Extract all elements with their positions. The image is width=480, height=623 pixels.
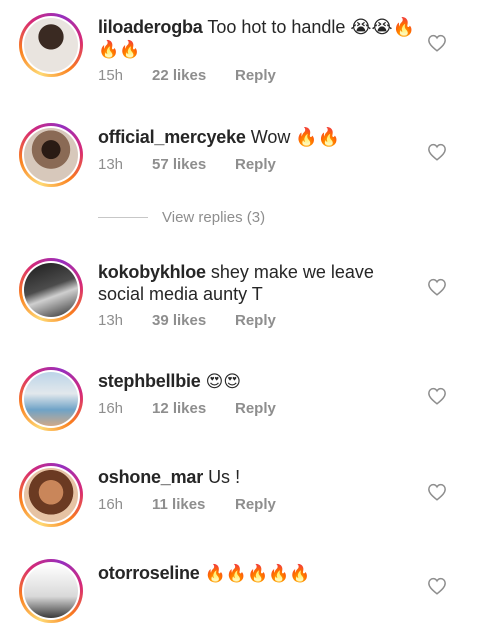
divider [98,217,148,218]
comment-text-continued: social media aunty T [98,284,263,304]
avatar[interactable] [19,367,83,431]
comment-text: Wow 🔥🔥 [250,127,341,147]
view-replies-button[interactable]: View replies (3) [98,209,265,226]
comment-text: shey make we leave [210,262,374,282]
comment-text: Us ! [208,467,241,487]
username[interactable]: otorroseline [98,563,200,583]
profile-photo [24,18,78,72]
comment-text: 😍😍 [205,372,242,391]
timestamp: 16h [98,400,124,417]
comment-body: oshone_mar Us ! [98,466,240,488]
comment-text: 🔥🔥🔥🔥🔥 [204,564,311,583]
comment-text: Too hot to handle 😭😭🔥 [207,17,415,37]
reply-button[interactable]: Reply [235,312,276,329]
reply-button[interactable]: Reply [235,400,276,417]
timestamp: 16h [98,496,124,513]
heart-outline-icon[interactable] [427,278,447,296]
timestamp: 15h [98,67,124,84]
likes-count[interactable]: 12 likes [152,400,235,417]
profile-photo [24,564,78,618]
username[interactable]: liloaderogba [98,17,203,37]
view-replies-label: View replies (3) [162,209,266,226]
avatar[interactable] [19,258,83,322]
comment-body: otorroseline 🔥🔥🔥🔥🔥 [98,562,310,585]
comment-body: stephbellbie 😍😍 [98,370,241,393]
likes-count[interactable]: 22 likes [152,67,235,84]
comment-body: liloaderogba Too hot to handle 😭😭🔥 [98,16,415,38]
avatar[interactable] [19,123,83,187]
username[interactable]: oshone_mar [98,467,203,487]
timestamp: 13h [98,312,124,329]
avatar[interactable] [19,559,83,623]
comment-text-continued: 🔥🔥 [98,40,141,59]
likes-count[interactable]: 39 likes [152,312,235,329]
profile-photo [24,128,78,182]
heart-outline-icon[interactable] [427,483,447,501]
comment-body: official_mercyeke Wow 🔥🔥 [98,126,340,148]
avatar[interactable] [19,13,83,77]
heart-outline-icon[interactable] [427,577,447,595]
username[interactable]: official_mercyeke [98,127,246,147]
reply-button[interactable]: Reply [235,496,276,513]
reply-button[interactable]: Reply [235,67,276,84]
comment-body: kokobykhloe shey make we leave [98,261,374,283]
heart-outline-icon[interactable] [427,143,447,161]
avatar[interactable] [19,463,83,527]
username[interactable]: stephbellbie [98,371,201,391]
likes-count[interactable]: 11 likes [152,496,235,513]
heart-outline-icon[interactable] [427,387,447,405]
profile-photo [24,372,78,426]
heart-outline-icon[interactable] [427,34,447,52]
reply-button[interactable]: Reply [235,156,276,173]
profile-photo [24,263,78,317]
profile-photo [24,468,78,522]
timestamp: 13h [98,156,124,173]
likes-count[interactable]: 57 likes [152,156,235,173]
username[interactable]: kokobykhloe [98,262,206,282]
